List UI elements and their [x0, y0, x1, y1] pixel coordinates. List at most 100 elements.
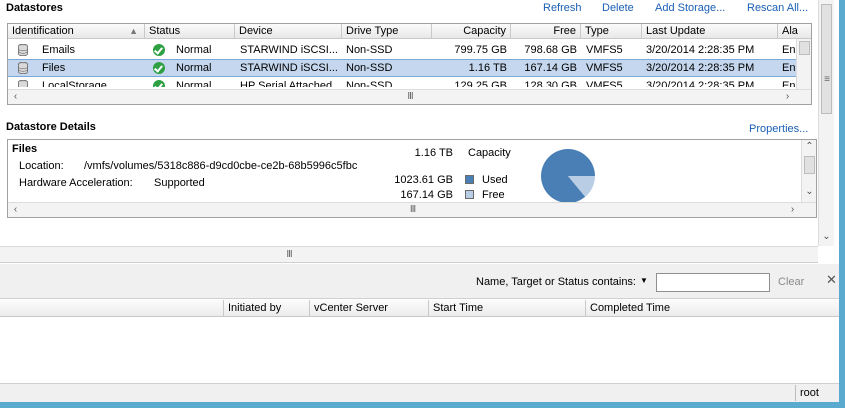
- used-label: Used: [482, 174, 508, 186]
- datastore-icon: [18, 80, 28, 87]
- close-icon[interactable]: ✕: [826, 272, 837, 288]
- location-label: Location:: [19, 160, 64, 172]
- page-vertical-scrollbar[interactable]: ≡ ⌄: [818, 0, 834, 246]
- row-type: VMFS5: [586, 44, 623, 56]
- col-last-update[interactable]: Last Update: [642, 24, 778, 39]
- row-name: Files: [42, 62, 66, 74]
- capacity-value: 1.16 TB: [414, 147, 453, 159]
- status-ok-icon: [153, 80, 165, 87]
- page-hscroll-grip-icon: III: [286, 249, 292, 260]
- page-scroll-thumb[interactable]: [821, 4, 832, 114]
- row-free: 167.14 GB: [524, 62, 577, 74]
- datastores-vertical-scrollbar[interactable]: [796, 39, 811, 89]
- usage-pie-chart: [541, 149, 595, 203]
- col-type[interactable]: Type: [581, 24, 642, 39]
- row-alarm: Ena: [782, 80, 796, 87]
- rescan-all-link[interactable]: Rescan All...: [747, 2, 808, 14]
- row-alarm: Ena: [782, 62, 796, 74]
- row-capacity: 799.75 GB: [454, 44, 507, 56]
- scroll-right-icon[interactable]: ›: [780, 90, 795, 104]
- used-swatch: [465, 175, 474, 184]
- col-alarm[interactable]: Ala: [778, 24, 811, 39]
- datastores-horizontal-scrollbar[interactable]: ‹ III ›: [8, 89, 811, 104]
- sort-asc-icon: ▲: [129, 26, 138, 36]
- row-drive-type: Non-SSD: [346, 44, 393, 56]
- details-vertical-scrollbar[interactable]: ⌃ ⌄: [801, 140, 816, 202]
- details-vscroll-thumb[interactable]: [804, 156, 815, 174]
- status-divider: [795, 385, 796, 401]
- col-initiated-by[interactable]: Initiated by: [224, 300, 310, 317]
- clear-button[interactable]: Clear: [778, 276, 804, 288]
- details-horizontal-scrollbar[interactable]: ‹ III ›: [8, 202, 816, 217]
- used-value: 1023.61 GB: [394, 174, 453, 186]
- row-last-update: 3/20/2014 2:28:35 PM: [646, 80, 755, 87]
- datastore-icon: [18, 44, 28, 56]
- refresh-link[interactable]: Refresh: [543, 2, 582, 14]
- table-row[interactable]: LocalStorage Normal HP Serial Attached..…: [8, 77, 796, 87]
- row-capacity: 129.25 GB: [454, 80, 507, 87]
- row-name: Emails: [42, 44, 76, 56]
- status-user: root: [800, 387, 819, 399]
- col-vcenter-server[interactable]: vCenter Server: [310, 300, 429, 317]
- col-start-time[interactable]: Start Time: [429, 300, 586, 317]
- row-name: LocalStorage: [42, 80, 107, 87]
- add-storage-link[interactable]: Add Storage...: [655, 2, 725, 14]
- row-free: 798.68 GB: [524, 44, 577, 56]
- location-value: /vmfs/volumes/5318c886-d9cd0cbe-ce2b-68b…: [84, 160, 358, 172]
- properties-link[interactable]: Properties...: [749, 123, 808, 135]
- free-value: 167.14 GB: [400, 189, 453, 201]
- window-frame-right: [839, 0, 845, 408]
- datastores-title: Datastores: [6, 2, 63, 14]
- details-name: Files: [12, 143, 38, 155]
- col-completed-time[interactable]: Completed Time: [586, 300, 840, 317]
- page-horizontal-scrollbar[interactable]: III: [0, 246, 818, 263]
- row-last-update: 3/20/2014 2:28:35 PM: [646, 44, 755, 56]
- hw-accel-label: Hardware Acceleration:: [19, 177, 133, 189]
- row-last-update: 3/20/2014 2:28:35 PM: [646, 62, 755, 74]
- row-capacity: 1.16 TB: [468, 62, 507, 74]
- status-ok-icon: [153, 44, 165, 56]
- datastore-icon: [18, 62, 28, 74]
- col-identification[interactable]: Identification ▲: [8, 24, 145, 39]
- row-free: 128.30 GB: [524, 80, 577, 87]
- row-alarm: Ena: [782, 44, 796, 56]
- hw-accel-value: Supported: [154, 177, 205, 189]
- col-status[interactable]: Status: [145, 24, 235, 39]
- table-row[interactable]: Emails Normal STARWIND iSCSI... Non-SSD …: [8, 41, 796, 59]
- status-bar: [0, 383, 845, 402]
- details-scroll-up-icon[interactable]: ⌃: [802, 140, 816, 155]
- row-type: VMFS5: [586, 62, 623, 74]
- details-scroll-right-icon[interactable]: ›: [785, 203, 800, 217]
- status-ok-icon: [153, 62, 165, 74]
- table-row[interactable]: Files Normal STARWIND iSCSI... Non-SSD 1…: [8, 59, 796, 77]
- col-blank[interactable]: [0, 300, 224, 317]
- row-type: VMFS5: [586, 80, 623, 87]
- row-device: HP Serial Attached...: [240, 80, 340, 87]
- filter-input[interactable]: [656, 273, 770, 292]
- tasks-header-row: Initiated by vCenter Server Start Time C…: [0, 300, 840, 317]
- filter-dropdown-icon[interactable]: ▼: [640, 276, 648, 285]
- delete-link[interactable]: Delete: [602, 2, 634, 14]
- details-hscroll-grip-icon: III: [409, 204, 416, 215]
- row-status: Normal: [176, 80, 212, 87]
- row-status: Normal: [176, 44, 212, 56]
- col-drive-type[interactable]: Drive Type: [342, 24, 432, 39]
- window-frame-bottom: [0, 402, 845, 408]
- filter-label: Name, Target or Status contains:: [476, 276, 636, 288]
- free-swatch: [465, 190, 474, 199]
- details-panel: Files Location: /vmfs/volumes/5318c886-d…: [7, 139, 817, 218]
- free-label: Free: [482, 189, 505, 201]
- row-drive-type: Non-SSD: [346, 80, 393, 87]
- datastores-vscroll-thumb[interactable]: [799, 41, 810, 55]
- col-device[interactable]: Device: [235, 24, 342, 39]
- page-scroll-grip-icon: ≡: [824, 74, 830, 85]
- hscroll-grip-icon: III: [407, 91, 413, 102]
- row-status: Normal: [176, 62, 212, 74]
- page-scroll-down-icon[interactable]: ⌄: [819, 230, 834, 245]
- row-device: STARWIND iSCSI...: [240, 62, 338, 74]
- capacity-label: Capacity: [468, 147, 511, 159]
- datastores-table: Identification ▲ Status Device Drive Type…: [7, 23, 812, 105]
- details-scroll-down-icon[interactable]: ⌄: [802, 185, 816, 200]
- col-free[interactable]: Free: [511, 24, 581, 39]
- col-capacity[interactable]: Capacity: [432, 24, 511, 39]
